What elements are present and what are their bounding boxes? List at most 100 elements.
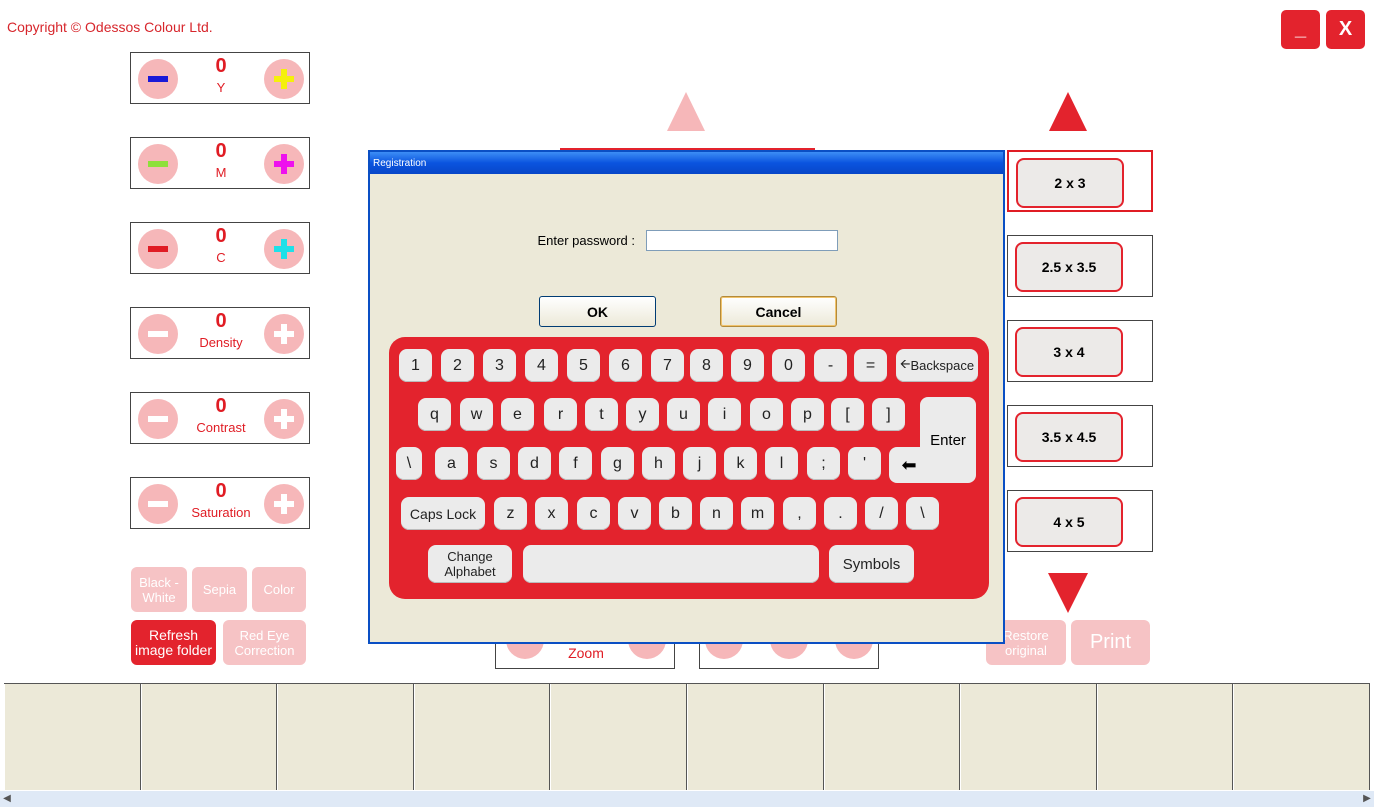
key-2[interactable]: 2 [441,349,474,382]
print-button[interactable]: Print [1071,620,1150,665]
refresh-folder-button[interactable]: Refresh image folder [131,620,216,665]
scroll-left-icon[interactable]: ◀ [0,791,14,807]
key-9[interactable]: 9 [731,349,764,382]
key-k[interactable]: k [724,447,757,480]
key-5[interactable]: 5 [567,349,600,382]
decrease-contrast-button[interactable] [138,399,178,439]
key-backslash[interactable]: \ [396,447,422,480]
key-6[interactable]: 6 [609,349,642,382]
key-p[interactable]: p [791,398,824,431]
thumbnail-slot[interactable] [1233,684,1370,790]
backspace-key[interactable]: 🡨 Backspace [896,349,978,382]
key-q[interactable]: q [418,398,451,431]
key-f[interactable]: f [559,447,592,480]
key-period[interactable]: . [824,497,857,530]
decrease-magenta-button[interactable] [138,144,178,184]
key-1[interactable]: 1 [399,349,432,382]
increase-contrast-button[interactable] [264,399,304,439]
symbols-key[interactable]: Symbols [829,545,914,583]
key-n[interactable]: n [700,497,733,530]
key-open-bracket[interactable]: [ [831,398,864,431]
cancel-button[interactable]: Cancel [720,296,837,327]
sepia-button[interactable]: Sepia [192,567,247,612]
key-3[interactable]: 3 [483,349,516,382]
key-w[interactable]: w [460,398,493,431]
key-h[interactable]: h [642,447,675,480]
key-g[interactable]: g [601,447,634,480]
thumbnail-slot[interactable] [823,684,961,790]
cyan-label: C [216,250,226,265]
key-apostrophe[interactable]: ' [848,447,881,480]
density-label: Density [199,335,243,350]
increase-saturation-button[interactable] [264,484,304,524]
increase-cyan-button[interactable] [264,229,304,269]
size-2-5x3-5-button[interactable]: 2.5 x 3.5 [1015,242,1123,292]
key-c[interactable]: c [577,497,610,530]
key-j[interactable]: j [683,447,716,480]
caps-lock-key[interactable]: Caps Lock [401,497,485,530]
key-backslash-2[interactable]: \ [906,497,939,530]
sizes-scroll-down-icon[interactable] [1048,573,1088,613]
key-u[interactable]: u [667,398,700,431]
horizontal-scrollbar[interactable]: ◀ ▶ [0,791,1374,807]
key-semicolon[interactable]: ; [807,447,840,480]
increase-density-button[interactable] [264,314,304,354]
key-s[interactable]: s [477,447,510,480]
thumbnail-slot[interactable] [140,684,278,790]
size-2x3-button[interactable]: 2 x 3 [1016,158,1124,208]
increase-magenta-button[interactable] [264,144,304,184]
sizes-scroll-up-icon[interactable] [1049,92,1087,131]
change-alphabet-key[interactable]: Change Alphabet [428,545,512,583]
key-7[interactable]: 7 [651,349,684,382]
decrease-saturation-button[interactable] [138,484,178,524]
thumbnail-slot[interactable] [550,684,687,790]
minimize-button[interactable]: _ [1281,10,1320,49]
key-comma[interactable]: , [783,497,816,530]
key-equals[interactable]: = [854,349,887,382]
color-button[interactable]: Color [252,567,306,612]
key-l[interactable]: l [765,447,798,480]
key-z[interactable]: z [494,497,527,530]
size-4x5-button[interactable]: 4 x 5 [1015,497,1123,547]
key-minus[interactable]: - [814,349,847,382]
size-3-5x4-5-button[interactable]: 3.5 x 4.5 [1015,412,1123,462]
increase-yellow-button[interactable] [264,59,304,99]
key-b[interactable]: b [659,497,692,530]
key-d[interactable]: d [518,447,551,480]
thumbnail-slot[interactable] [413,684,551,790]
key-x[interactable]: x [535,497,568,530]
key-t[interactable]: t [585,398,618,431]
black-white-button[interactable]: Black - White [131,567,187,612]
decrease-density-button[interactable] [138,314,178,354]
key-r[interactable]: r [544,398,577,431]
key-8[interactable]: 8 [690,349,723,382]
thumbnail-slot[interactable] [277,684,414,790]
key-a[interactable]: a [435,447,468,480]
password-input[interactable] [646,230,838,251]
thumbnail-slot[interactable] [686,684,824,790]
enter-arrow-icon[interactable]: ⬅ [889,447,929,483]
thumbnail-slot[interactable] [4,684,141,790]
adjust-density: 0 Density [130,307,310,359]
key-e[interactable]: e [501,398,534,431]
key-0[interactable]: 0 [772,349,805,382]
key-4[interactable]: 4 [525,349,558,382]
close-button[interactable]: X [1326,10,1365,49]
red-eye-button[interactable]: Red Eye Correction [223,620,306,665]
thumbnail-slot[interactable] [1096,684,1234,790]
key-o[interactable]: o [750,398,783,431]
key-v[interactable]: v [618,497,651,530]
key-m[interactable]: m [741,497,774,530]
scroll-right-icon[interactable]: ▶ [1360,791,1374,807]
size-3x4-button[interactable]: 3 x 4 [1015,327,1123,377]
key-i[interactable]: i [708,398,741,431]
ok-button[interactable]: OK [539,296,656,327]
key-y[interactable]: y [626,398,659,431]
decrease-cyan-button[interactable] [138,229,178,269]
scroll-up-arrow-icon[interactable] [667,92,705,131]
space-key[interactable] [523,545,819,583]
key-close-bracket[interactable]: ] [872,398,905,431]
key-slash[interactable]: / [865,497,898,530]
decrease-yellow-button[interactable] [138,59,178,99]
thumbnail-slot[interactable] [960,684,1097,790]
